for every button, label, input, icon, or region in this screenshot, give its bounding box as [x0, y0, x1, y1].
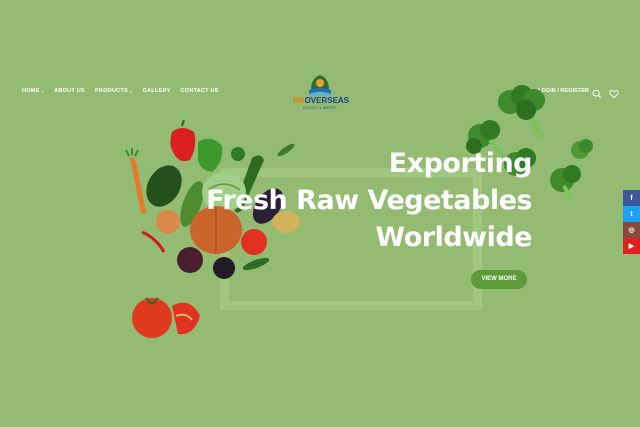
- nav-gallery[interactable]: GALLERY: [143, 88, 171, 94]
- logo-prefix: RR: [293, 96, 305, 105]
- nav-contact-label: CONTACT US: [180, 88, 219, 94]
- hero-headline-line1: Exporting: [388, 148, 533, 179]
- logo-name: OVERSEAS: [304, 96, 350, 105]
- main-nav: HOME ˅ ABOUT US PRODUCTS ˅ GALLERY CONTA…: [22, 88, 229, 94]
- hero-headline-line3: Worldwide: [375, 222, 532, 253]
- logo-tagline: EXPORT & IMPORT: [303, 106, 337, 110]
- logo-emblem-icon: [309, 75, 331, 97]
- nav-about-label: ABOUT US: [54, 88, 85, 94]
- instagram-icon[interactable]: ◎: [623, 222, 640, 238]
- nav-home[interactable]: HOME ˅: [22, 88, 44, 94]
- chevron-down-icon: ˅: [129, 88, 133, 94]
- chevron-down-icon: ˅: [41, 88, 45, 94]
- nav-contact-us[interactable]: CONTACT US: [180, 88, 218, 94]
- nav-home-label: HOME: [22, 88, 40, 94]
- twitter-glyph: t: [630, 210, 633, 218]
- view-more-button[interactable]: VIEW MORE: [471, 270, 527, 289]
- heart-icon[interactable]: [609, 86, 619, 99]
- nav-about-us[interactable]: ABOUT US: [54, 88, 85, 94]
- instagram-glyph: ◎: [628, 227, 635, 234]
- site-logo[interactable]: RROVERSEAS EXPORT & IMPORT: [293, 70, 350, 112]
- youtube-icon[interactable]: ▶: [623, 238, 640, 254]
- facebook-icon[interactable]: f: [623, 190, 640, 206]
- nav-gallery-label: GALLERY: [142, 88, 171, 94]
- logo-text: RROVERSEAS: [293, 96, 350, 105]
- nav-products-label: PRODUCTS: [94, 88, 128, 94]
- hero-headline: Exporting Fresh Raw Vegetables Worldwide: [206, 145, 532, 256]
- twitter-icon[interactable]: t: [623, 206, 640, 222]
- nav-products[interactable]: PRODUCTS ˅: [95, 88, 133, 94]
- youtube-glyph: ▶: [628, 243, 635, 250]
- hero-headline-line2: Fresh Raw Vegetables: [206, 185, 532, 216]
- facebook-glyph: f: [630, 194, 633, 202]
